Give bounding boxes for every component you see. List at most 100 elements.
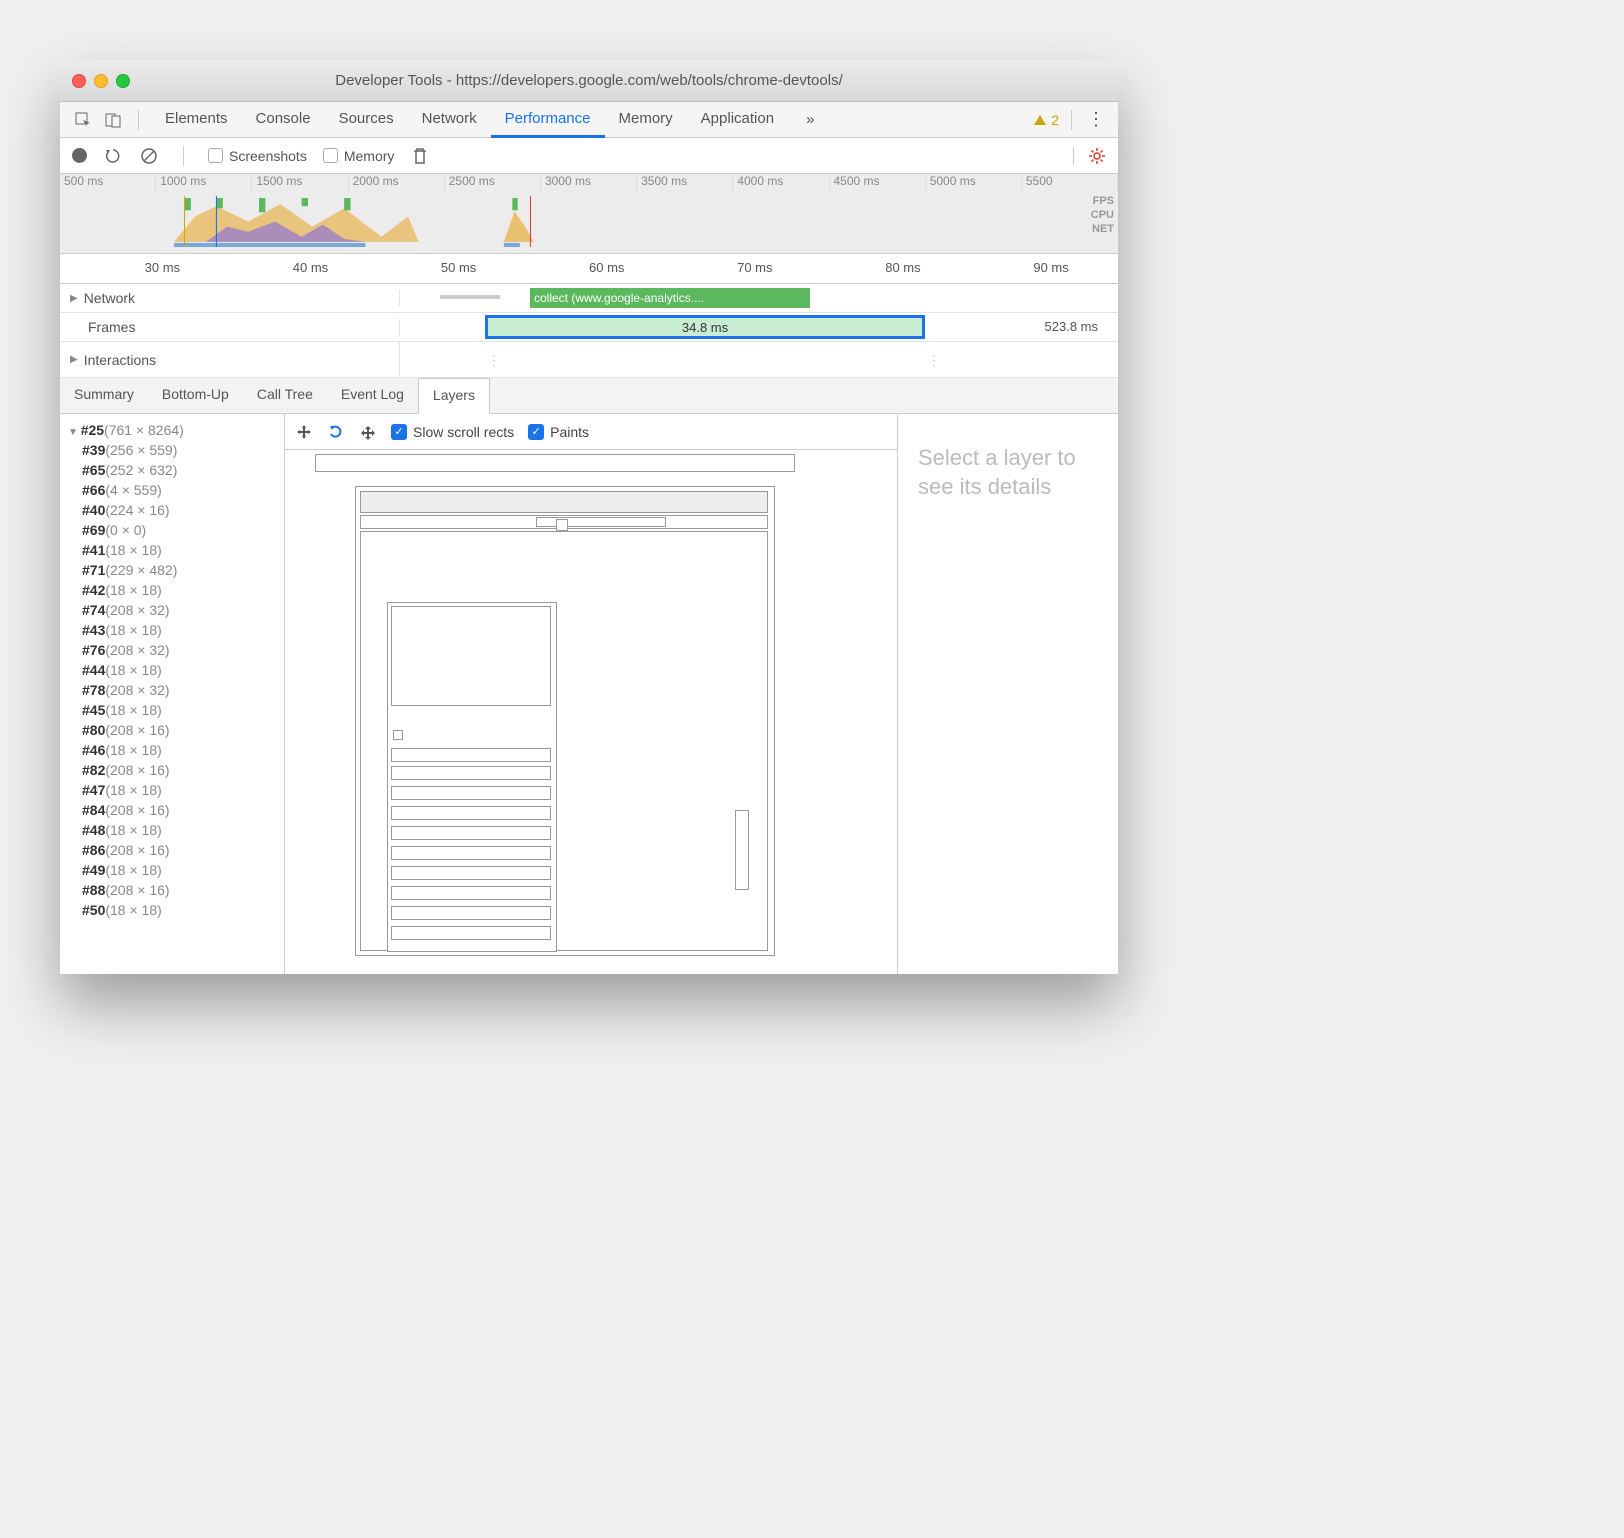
clear-button[interactable] — [139, 146, 159, 166]
devtools-window: Developer Tools - https://developers.goo… — [60, 60, 1118, 974]
overview-tick: 2500 ms — [445, 174, 541, 192]
layer-item[interactable]: #50(18 × 18) — [64, 900, 280, 920]
traffic-lights — [72, 74, 130, 88]
layer-item[interactable]: #80(208 × 16) — [64, 720, 280, 740]
layer-item[interactable]: #48(18 × 18) — [64, 820, 280, 840]
frame-bar[interactable]: 34.8 ms — [485, 315, 925, 339]
overview-chart — [110, 196, 1068, 247]
tab-console[interactable]: Console — [242, 102, 325, 137]
tab-performance[interactable]: Performance — [491, 102, 605, 138]
layer-item[interactable]: #86(208 × 16) — [64, 840, 280, 860]
bottom-tabs: SummaryBottom-UpCall TreeEvent LogLayers — [60, 378, 1118, 414]
tab-elements[interactable]: Elements — [151, 102, 242, 137]
timeline-tick: 50 ms — [441, 260, 476, 275]
layer-item[interactable]: #43(18 × 18) — [64, 620, 280, 640]
close-window-button[interactable] — [72, 74, 86, 88]
timeline-tick: 80 ms — [885, 260, 920, 275]
kebab-menu-icon[interactable]: ⋮ — [1084, 109, 1108, 130]
window-title: Developer Tools - https://developers.goo… — [60, 72, 1118, 89]
layer-details-placeholder: Select a layer to see its details — [898, 414, 1118, 974]
layer-item[interactable]: #49(18 × 18) — [64, 860, 280, 880]
overview-tick: 5000 ms — [926, 174, 1022, 192]
rotate-icon[interactable] — [327, 423, 345, 441]
interactions-track[interactable]: ▶Interactions ⋮ ⋮ — [60, 342, 1118, 378]
more-tabs-button[interactable]: » — [792, 103, 828, 136]
overview-tick: 1500 ms — [252, 174, 348, 192]
layer-item[interactable]: #46(18 × 18) — [64, 740, 280, 760]
tab-sources[interactable]: Sources — [325, 102, 408, 137]
subtab-summary[interactable]: Summary — [60, 378, 148, 413]
layers-viewport: ✓Slow scroll rects ✓Paints — [285, 414, 898, 974]
layers-panel: #25(761 × 8264)#39(256 × 559)#65(252 × 6… — [60, 414, 1118, 974]
layer-item[interactable]: #71(229 × 482) — [64, 560, 280, 580]
separator — [1071, 110, 1072, 130]
overview-tick: 5500 — [1022, 174, 1118, 192]
device-toggle-icon[interactable] — [100, 107, 126, 133]
overview-tick: 1000 ms — [156, 174, 252, 192]
tab-network[interactable]: Network — [408, 102, 491, 137]
layer-item[interactable]: #84(208 × 16) — [64, 800, 280, 820]
warnings-badge[interactable]: 2 — [1034, 112, 1059, 128]
separator — [138, 110, 139, 130]
titlebar: Developer Tools - https://developers.goo… — [60, 60, 1118, 102]
zoom-window-button[interactable] — [116, 74, 130, 88]
screenshots-checkbox[interactable]: Screenshots — [208, 148, 307, 164]
tab-application[interactable]: Application — [687, 102, 788, 137]
overview-tick: 2000 ms — [349, 174, 445, 192]
timeline-tick: 70 ms — [737, 260, 772, 275]
subtab-call-tree[interactable]: Call Tree — [243, 378, 327, 413]
layer-item[interactable]: #42(18 × 18) — [64, 580, 280, 600]
layer-item[interactable]: #39(256 × 559) — [64, 440, 280, 460]
layer-item[interactable]: #66(4 × 559) — [64, 480, 280, 500]
layer-item[interactable]: #40(224 × 16) — [64, 500, 280, 520]
layer-item[interactable]: #65(252 × 632) — [64, 460, 280, 480]
layers-tree[interactable]: #25(761 × 8264)#39(256 × 559)#65(252 × 6… — [60, 414, 285, 974]
minimize-window-button[interactable] — [94, 74, 108, 88]
network-track[interactable]: ▶Network collect (www.google-analytics..… — [60, 284, 1118, 313]
layer-item[interactable]: #44(18 × 18) — [64, 660, 280, 680]
layer-item[interactable]: #76(208 × 32) — [64, 640, 280, 660]
warning-icon — [1034, 115, 1046, 125]
timeline-tick: 40 ms — [293, 260, 328, 275]
subtab-bottom-up[interactable]: Bottom-Up — [148, 378, 243, 413]
timeline-tick: 30 ms — [145, 260, 180, 275]
subtab-layers[interactable]: Layers — [418, 378, 490, 414]
network-tick — [440, 295, 500, 299]
layer-item[interactable]: #41(18 × 18) — [64, 540, 280, 560]
overview-tick: 3500 ms — [637, 174, 733, 192]
trash-icon[interactable] — [410, 146, 430, 166]
layers-3d-view[interactable] — [285, 450, 897, 974]
layer-item[interactable]: #88(208 × 16) — [64, 880, 280, 900]
timeline-tick: 90 ms — [1033, 260, 1068, 275]
reset-icon[interactable] — [359, 423, 377, 441]
slow-scroll-checkbox[interactable]: ✓Slow scroll rects — [391, 424, 514, 440]
subtab-event-log[interactable]: Event Log — [327, 378, 418, 413]
layer-item[interactable]: #47(18 × 18) — [64, 780, 280, 800]
warnings-count: 2 — [1051, 112, 1059, 128]
layer-item[interactable]: #45(18 × 18) — [64, 700, 280, 720]
overview-tick: 4000 ms — [733, 174, 829, 192]
frame-overflow-value: 523.8 ms — [1045, 319, 1098, 334]
paints-checkbox[interactable]: ✓Paints — [528, 424, 589, 440]
layers-toolbar: ✓Slow scroll rects ✓Paints — [285, 414, 897, 450]
settings-gear-icon[interactable] — [1073, 147, 1106, 165]
overview-tick: 500 ms — [60, 174, 156, 192]
reload-button[interactable] — [103, 146, 123, 166]
layer-item[interactable]: #78(208 × 32) — [64, 680, 280, 700]
timeline-ruler[interactable]: 30 ms40 ms50 ms60 ms70 ms80 ms90 ms — [60, 254, 1118, 284]
pan-icon[interactable] — [295, 423, 313, 441]
network-request-bar[interactable]: collect (www.google-analytics.... — [530, 288, 810, 308]
overview-tick: 4500 ms — [830, 174, 926, 192]
separator — [183, 146, 184, 166]
inspect-icon[interactable] — [70, 107, 96, 133]
layer-item[interactable]: #25(761 × 8264) — [64, 420, 280, 440]
frames-track[interactable]: Frames 34.8 ms 523.8 ms — [60, 313, 1118, 342]
layer-item[interactable]: #69(0 × 0) — [64, 520, 280, 540]
tab-memory[interactable]: Memory — [605, 102, 687, 137]
layer-item[interactable]: #74(208 × 32) — [64, 600, 280, 620]
overview-tick: 3000 ms — [541, 174, 637, 192]
record-button[interactable] — [72, 148, 87, 163]
overview-panel[interactable]: 500 ms1000 ms1500 ms2000 ms2500 ms3000 m… — [60, 174, 1118, 254]
memory-checkbox[interactable]: Memory — [323, 148, 395, 164]
layer-item[interactable]: #82(208 × 16) — [64, 760, 280, 780]
